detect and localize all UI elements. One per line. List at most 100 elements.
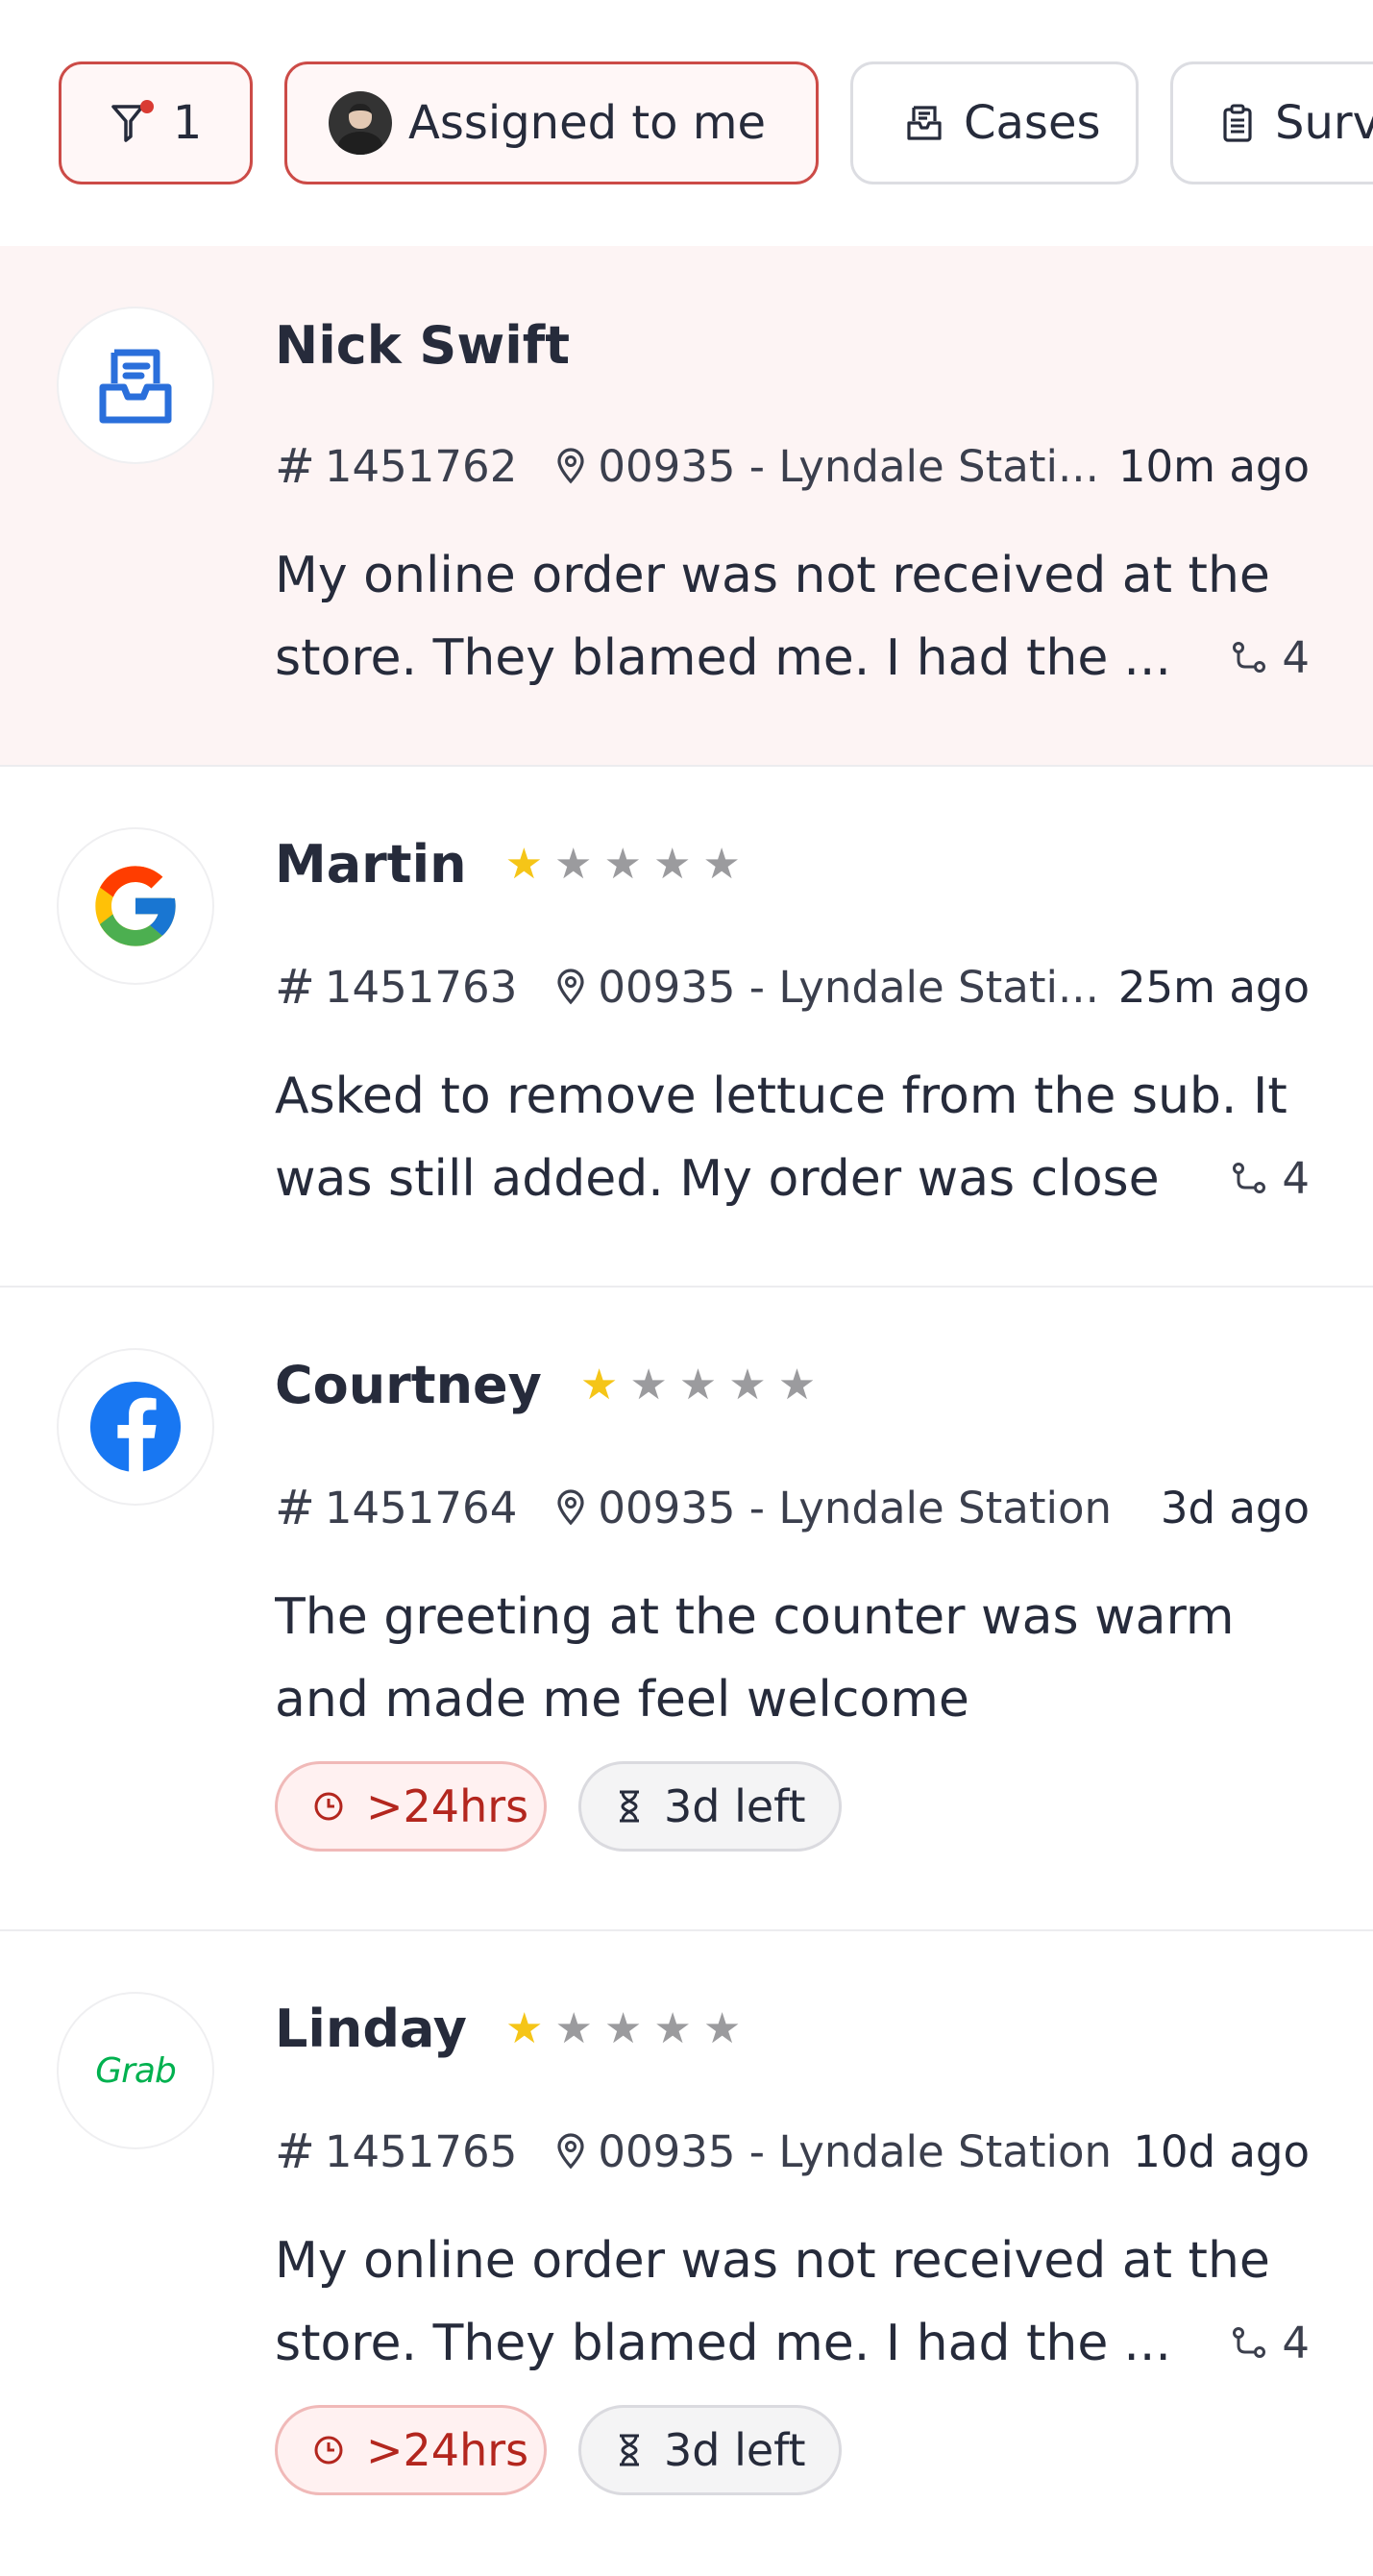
- hourglass-icon: [616, 2433, 643, 2467]
- hash-icon: #: [275, 438, 315, 494]
- ticket-message: My online order was not received at the …: [275, 534, 1310, 699]
- location-pin-icon: [557, 969, 584, 1005]
- overdue-label: >24hrs: [366, 2424, 529, 2476]
- ticket-time: 3d ago: [1160, 1482, 1310, 1533]
- message-line: The greeting at the counter was warm: [275, 1588, 1235, 1646]
- ticket-message: My online order was not received at the …: [275, 2220, 1310, 2385]
- star-icon: ★: [702, 839, 741, 889]
- message-line: My online order was not received at the: [275, 547, 1270, 604]
- location-pin-icon: [557, 1489, 584, 1526]
- assigned-to-me-chip[interactable]: Assigned to me: [284, 61, 819, 184]
- ticket-location: 00935 - Lyndale Station: [555, 2126, 1112, 2177]
- cases-label: Cases: [964, 96, 1101, 150]
- location-label: 00935 - Lyndale Stati...: [598, 440, 1099, 492]
- thread-icon: [1233, 1163, 1266, 1193]
- message-ellipsis: ...: [1123, 629, 1171, 687]
- location-label: 00935 - Lyndale Station: [598, 1482, 1113, 1533]
- ticket-id-value: 1451762: [324, 440, 518, 492]
- message-line: My online order was not received at the: [275, 2232, 1270, 2290]
- time-left-label: 3d left: [664, 1780, 806, 1832]
- hash-icon: #: [275, 2123, 315, 2179]
- filter-count: 1: [172, 96, 203, 150]
- reply-count-value: 4: [1282, 2318, 1310, 2368]
- ticket-id-value: 1451764: [324, 1482, 518, 1533]
- ticket-card[interactable]: Nick Swift # 1451762 00935 - Lyndale Sta…: [0, 246, 1373, 767]
- overdue-badge: >24hrs: [275, 1761, 547, 1852]
- cases-chip[interactable]: Cases: [850, 61, 1139, 184]
- filter-button[interactable]: 1: [59, 61, 253, 184]
- ticket-id: # 1451764: [275, 1480, 517, 1535]
- ticket-id: # 1451762: [275, 438, 517, 494]
- thread-icon: [1233, 2327, 1266, 2358]
- message-line: Asked to remove lettuce from the sub. It: [275, 1067, 1287, 1125]
- message-line: and made me feel welcome: [275, 1671, 969, 1729]
- thread-icon: [1233, 642, 1266, 673]
- google-icon: [95, 866, 176, 946]
- case-source-logo: [57, 307, 214, 464]
- filter-bar: 1 Assigned to me Cases Surve: [59, 61, 1373, 184]
- time-left-badge: 3d left: [578, 1761, 842, 1852]
- ticket-location: 00935 - Lyndale Stati...: [555, 962, 1099, 1013]
- location-label: 00935 - Lyndale Station: [598, 2125, 1113, 2177]
- ticket-message: The greeting at the counter was warm and…: [275, 1576, 1310, 1741]
- case-icon: [906, 104, 943, 142]
- survey-chip[interactable]: Surve: [1170, 61, 1373, 184]
- location-pin-icon: [557, 448, 584, 484]
- star-icon: ★: [629, 1360, 668, 1410]
- customer-name: Nick Swift: [275, 315, 571, 376]
- reply-count: 4: [1232, 617, 1310, 699]
- star-icon: ★: [653, 2003, 692, 2053]
- star-icon: ★: [652, 839, 692, 889]
- star-icon: ★: [579, 1360, 619, 1410]
- message-line: store. They blamed me. I had the: [275, 2315, 1109, 2372]
- time-left-label: 3d left: [664, 2424, 806, 2476]
- customer-name: Courtney: [275, 1355, 542, 1415]
- star-icon: ★: [603, 839, 642, 889]
- grab-logo: Grab: [57, 1992, 214, 2149]
- ticket-id: # 1451763: [275, 959, 517, 1015]
- hash-icon: #: [275, 959, 315, 1015]
- ticket-header: Nick Swift: [275, 315, 570, 376]
- filter-active-dot: [139, 100, 154, 113]
- ticket-time: 10d ago: [1133, 2125, 1310, 2177]
- message-line: store. They blamed me. I had the: [275, 629, 1109, 687]
- customer-name: Martin: [275, 834, 467, 895]
- ticket-card[interactable]: Martin ★ ★ ★ ★ ★ # 1451763 00935 - Lynda…: [0, 767, 1373, 1288]
- star-rating: ★ ★ ★ ★ ★: [505, 2003, 752, 2053]
- star-rating: ★ ★ ★ ★ ★: [579, 1360, 827, 1410]
- overdue-label: >24hrs: [366, 1780, 529, 1832]
- star-rating: ★ ★ ★ ★ ★: [504, 839, 752, 889]
- reply-count: 4: [1232, 2302, 1310, 2385]
- location-pin-icon: [557, 2133, 584, 2170]
- ticket-id-value: 1451765: [324, 2125, 518, 2177]
- avatar: [329, 91, 392, 155]
- location-label: 00935 - Lyndale Stati...: [598, 961, 1099, 1013]
- reply-count: 4: [1232, 1138, 1310, 1220]
- star-icon: ★: [678, 1360, 718, 1410]
- star-icon: ★: [554, 2003, 593, 2053]
- ticket-message: Asked to remove lettuce from the sub. It…: [275, 1055, 1310, 1220]
- ticket-tags: >24hrs 3d left: [275, 1761, 873, 1852]
- clipboard-icon: [1221, 104, 1254, 142]
- overdue-badge: >24hrs: [275, 2405, 547, 2495]
- ticket-location: 00935 - Lyndale Stati...: [555, 441, 1099, 492]
- case-icon: [99, 349, 172, 424]
- ticket-card[interactable]: Grab Linday ★ ★ ★ ★ ★ # 1451765 00935 - …: [0, 1931, 1373, 2556]
- reply-count-value: 4: [1282, 1153, 1310, 1204]
- ticket-meta: # 1451764 00935 - Lyndale Station 3d ago: [275, 1480, 1310, 1535]
- ticket-id-value: 1451763: [324, 961, 518, 1013]
- reply-count-value: 4: [1282, 632, 1310, 683]
- ticket-card[interactable]: Courtney ★ ★ ★ ★ ★ # 1451764 00935 - Lyn…: [0, 1288, 1373, 1931]
- star-icon: ★: [702, 2003, 742, 2053]
- ticket-id: # 1451765: [275, 2123, 517, 2179]
- ticket-header: Courtney ★ ★ ★ ★ ★: [275, 1355, 827, 1415]
- star-icon: ★: [777, 1360, 817, 1410]
- ticket-meta: # 1451765 00935 - Lyndale Station 10d ag…: [275, 2123, 1310, 2179]
- message-ellipsis: ...: [1123, 2315, 1171, 2372]
- star-icon: ★: [505, 2003, 544, 2053]
- star-icon: ★: [554, 839, 593, 889]
- hourglass-icon: [616, 1789, 643, 1824]
- star-icon: ★: [504, 839, 544, 889]
- ticket-tags: >24hrs 3d left: [275, 2405, 873, 2495]
- survey-label: Surve: [1275, 96, 1373, 150]
